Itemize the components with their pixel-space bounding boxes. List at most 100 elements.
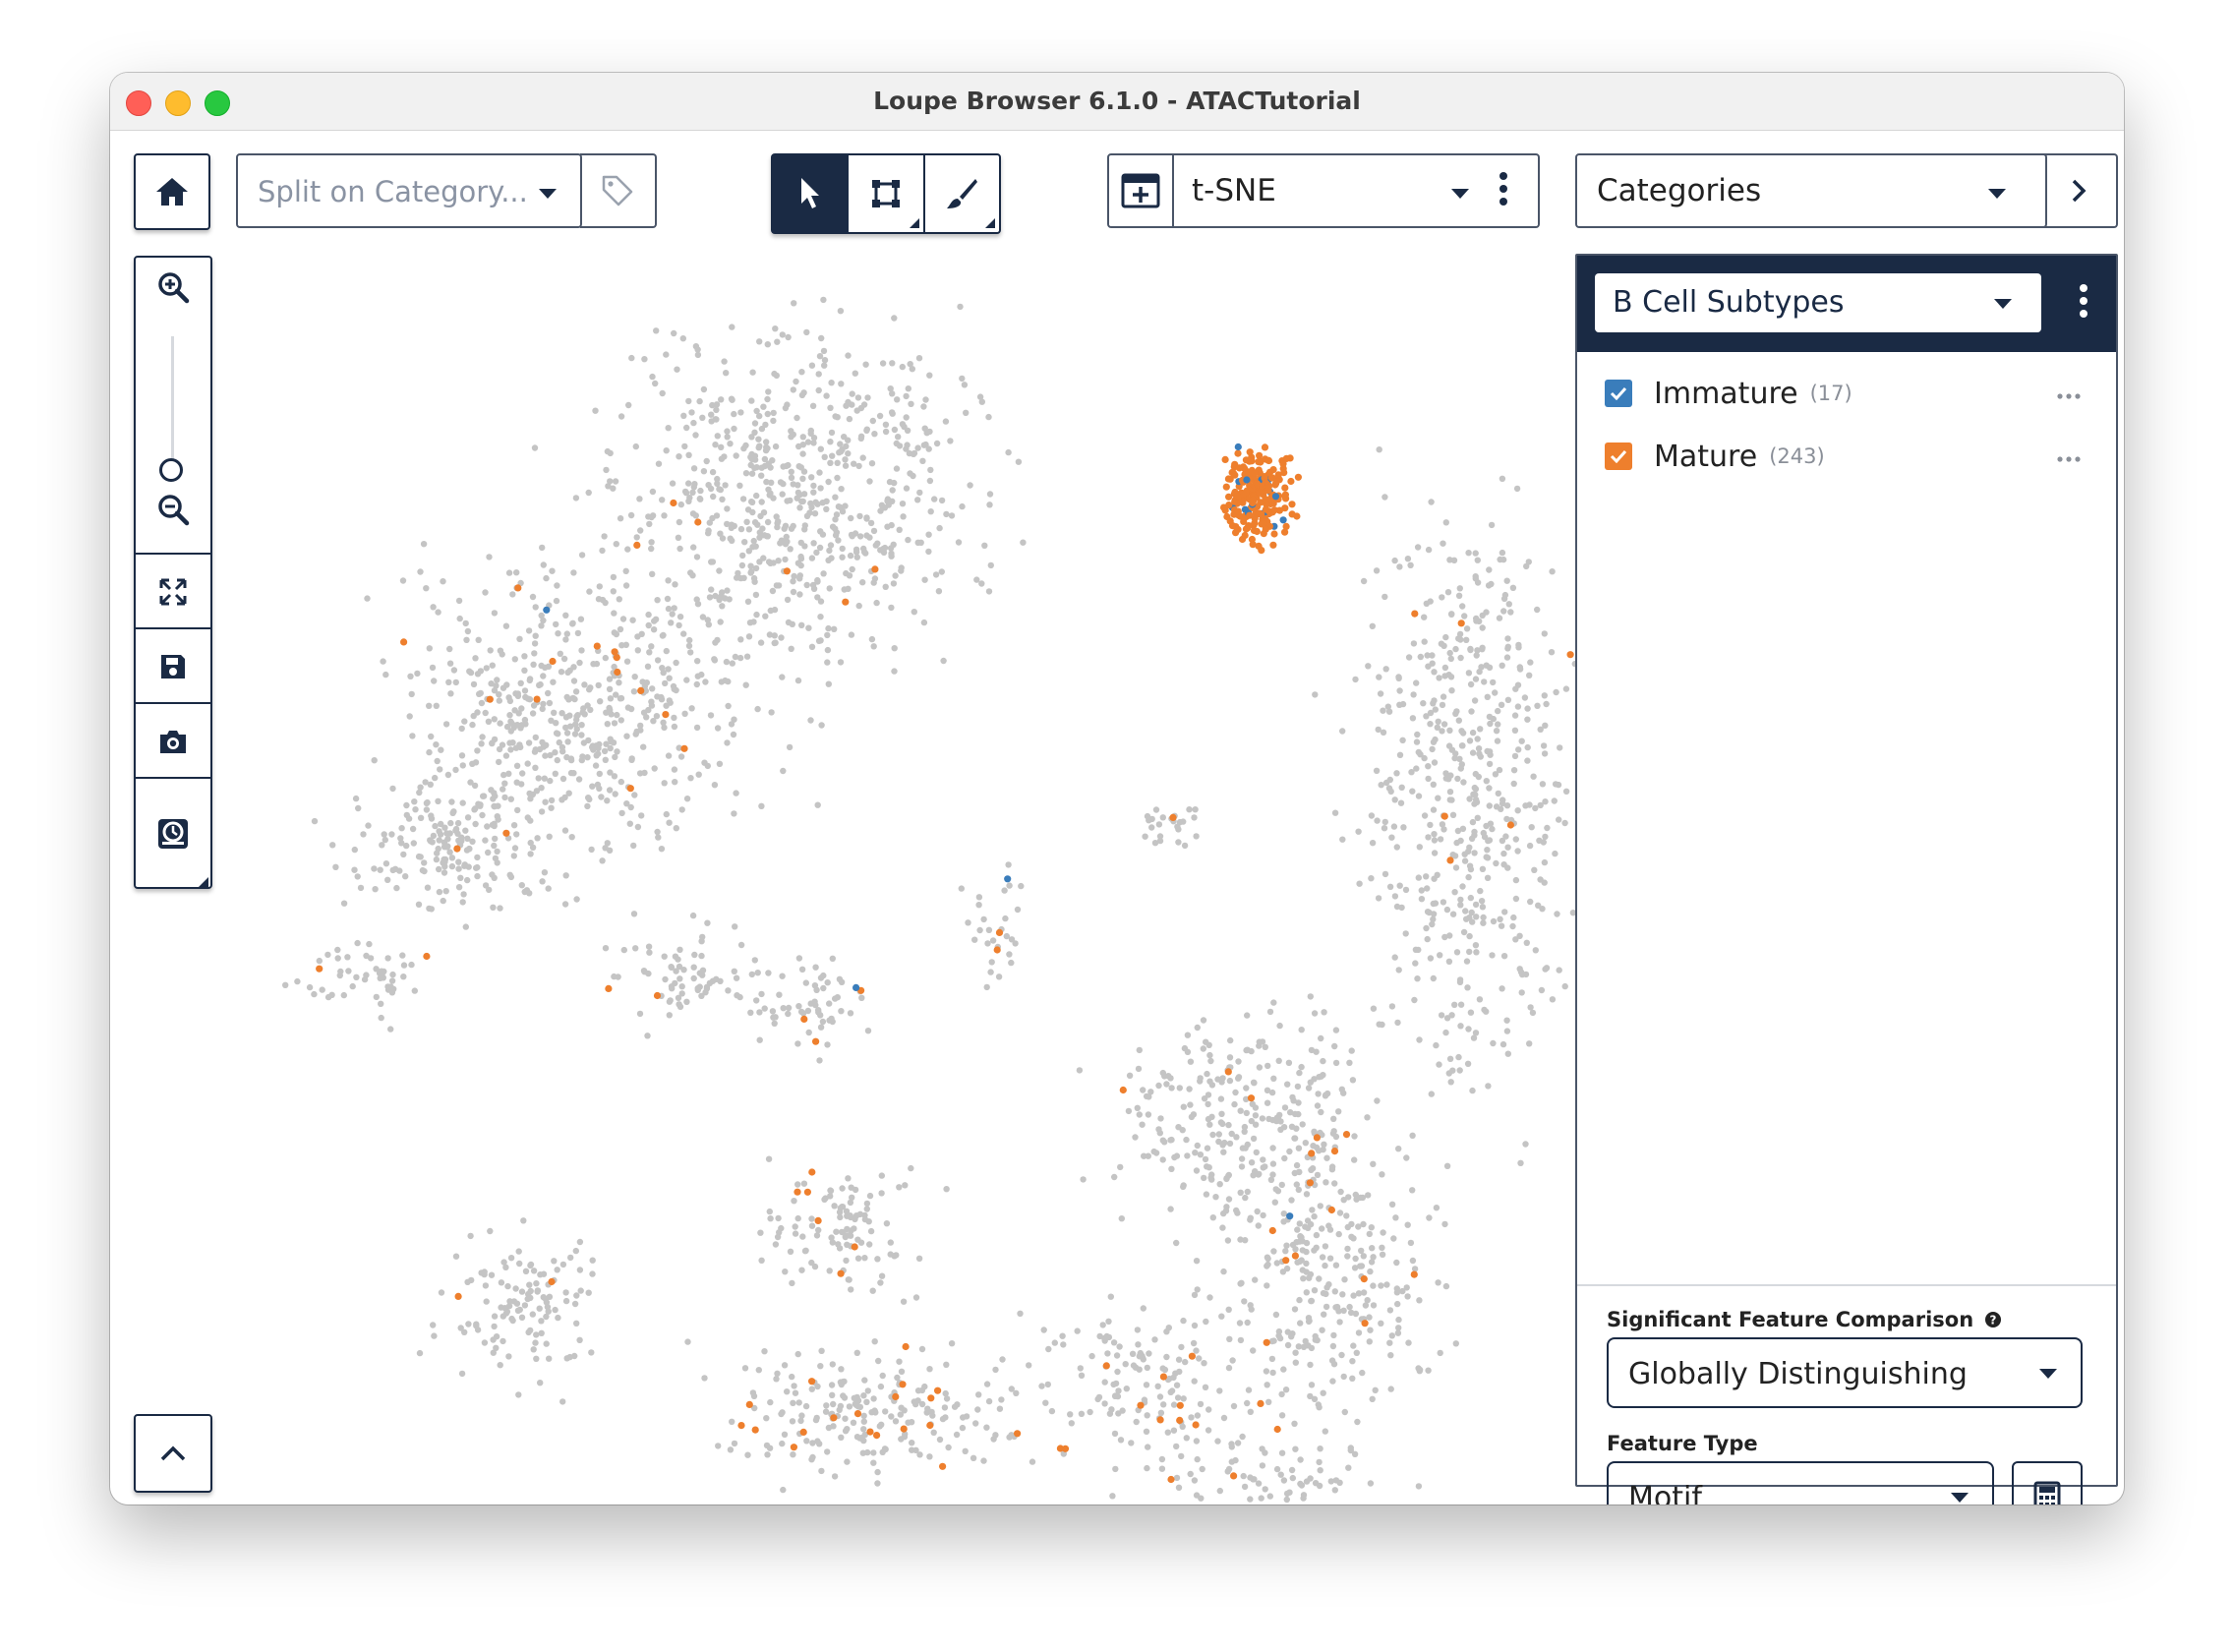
- cell-point: [1541, 858, 1549, 866]
- cell-point: [518, 1288, 526, 1295]
- cell-point: [432, 822, 439, 830]
- fit-view-icon: [159, 578, 187, 606]
- cell-point: [547, 777, 554, 785]
- tag-button[interactable]: [580, 153, 657, 228]
- cell-point: [1222, 483, 1230, 491]
- cell-point: [444, 771, 452, 779]
- collapse-button[interactable]: [134, 1414, 212, 1493]
- cell-point: [1206, 1121, 1213, 1128]
- cell-point: [655, 460, 663, 467]
- cell-point: [1238, 1279, 1245, 1287]
- zoom-in-button[interactable]: [136, 258, 210, 317]
- zoom-slider-handle[interactable]: [159, 458, 183, 482]
- cell-point: [779, 1440, 786, 1447]
- cell-point: [628, 354, 635, 362]
- cell-point: [816, 353, 824, 360]
- cell-point: [808, 362, 816, 369]
- cell-point: [400, 974, 407, 980]
- cell-point: [1113, 1352, 1121, 1359]
- projection-dropdown[interactable]: t-SNE: [1107, 153, 1540, 228]
- cell-point: [1296, 1069, 1303, 1077]
- help-icon[interactable]: ?: [1984, 1311, 2002, 1328]
- home-button[interactable]: [134, 153, 210, 230]
- cell-point: [576, 1267, 584, 1273]
- next-panel-button[interactable]: [2041, 153, 2118, 228]
- cell-point: [1479, 644, 1486, 651]
- calculator-button[interactable]: [2012, 1461, 2083, 1504]
- cell-point: [365, 822, 372, 829]
- calculator-icon: [2033, 1481, 2061, 1504]
- cell-point: [1264, 456, 1272, 464]
- cluster-dropdown[interactable]: B Cell Subtypes: [1595, 273, 2041, 332]
- cell-point: [1006, 882, 1013, 889]
- more-vertical-icon[interactable]: [1499, 171, 1508, 206]
- cell-point: [532, 632, 539, 639]
- cell-point: [884, 496, 892, 502]
- screenshot-button[interactable]: [136, 702, 210, 779]
- cell-point: [489, 871, 496, 878]
- cell-point: [712, 639, 719, 646]
- more-vertical-icon[interactable]: [2079, 283, 2088, 319]
- cell-point: [1524, 705, 1531, 712]
- cell-point: [899, 363, 906, 371]
- cell-point: [1244, 1141, 1252, 1149]
- projection-add-button[interactable]: [1109, 155, 1174, 226]
- feature-type-dropdown[interactable]: Motif: [1607, 1461, 1994, 1504]
- history-button[interactable]: [136, 777, 210, 889]
- pointer-tool-button[interactable]: [773, 155, 850, 232]
- cell-point: [810, 489, 817, 496]
- cell-point: [751, 1426, 759, 1434]
- category-item-mature[interactable]: Mature (243): [1605, 437, 1825, 476]
- tsne-scatter-plot[interactable]: [228, 238, 1615, 1504]
- zoom-out-button[interactable]: [136, 482, 210, 537]
- cell-point: [482, 882, 490, 889]
- cell-point: [1534, 702, 1541, 709]
- cell-point: [676, 946, 683, 953]
- checkbox-immature[interactable]: [1605, 380, 1632, 407]
- cell-point: [1193, 1258, 1201, 1265]
- cell-point: [807, 427, 814, 435]
- cell-point: [1147, 1089, 1154, 1095]
- cell-point: [791, 1198, 797, 1205]
- feature-type-label: Feature Type: [1607, 1432, 1758, 1455]
- cell-point: [1275, 1332, 1282, 1339]
- cell-point: [1269, 1160, 1277, 1167]
- brush-tool-button[interactable]: [925, 155, 999, 232]
- cell-point: [808, 643, 816, 650]
- fit-view-button[interactable]: [136, 553, 210, 629]
- cell-point: [1448, 687, 1455, 694]
- cell-point: [1247, 1408, 1255, 1416]
- cell-point: [513, 569, 520, 576]
- cell-point: [909, 1446, 915, 1453]
- cell-point: [1425, 763, 1432, 770]
- category-count: (17): [1809, 382, 1852, 405]
- cell-point: [861, 1255, 868, 1262]
- cell-point: [1139, 1121, 1146, 1128]
- more-horizontal-icon[interactable]: [2057, 456, 2081, 462]
- cell-point: [1288, 510, 1296, 518]
- cell-point: [685, 451, 692, 458]
- sig-feature-dropdown[interactable]: Globally Distinguishing: [1607, 1337, 2083, 1408]
- cell-point: [894, 396, 901, 403]
- cell-point: [673, 659, 679, 667]
- cell-point: [396, 867, 403, 874]
- more-horizontal-icon[interactable]: [2057, 393, 2081, 399]
- cell-point: [911, 1398, 917, 1405]
- cell-point: [1230, 1402, 1238, 1410]
- cell-point: [1440, 642, 1447, 649]
- zoom-slider-track[interactable]: [171, 336, 174, 474]
- cell-point: [1311, 1010, 1319, 1017]
- cell-point: [1400, 824, 1407, 831]
- category-item-immature[interactable]: Immature (17): [1605, 374, 1852, 413]
- cell-point: [860, 401, 868, 408]
- cell-point: [649, 512, 657, 519]
- save-button[interactable]: [136, 627, 210, 704]
- cell-point: [1430, 781, 1438, 788]
- cell-point: [1074, 1328, 1081, 1334]
- panel-mode-dropdown[interactable]: Categories: [1575, 153, 2047, 228]
- split-category-dropdown[interactable]: Split on Category...: [236, 153, 582, 228]
- checkbox-mature[interactable]: [1605, 442, 1632, 470]
- rectangle-select-button[interactable]: [849, 155, 925, 232]
- cell-point: [1293, 1161, 1301, 1169]
- cell-point: [1379, 1244, 1385, 1251]
